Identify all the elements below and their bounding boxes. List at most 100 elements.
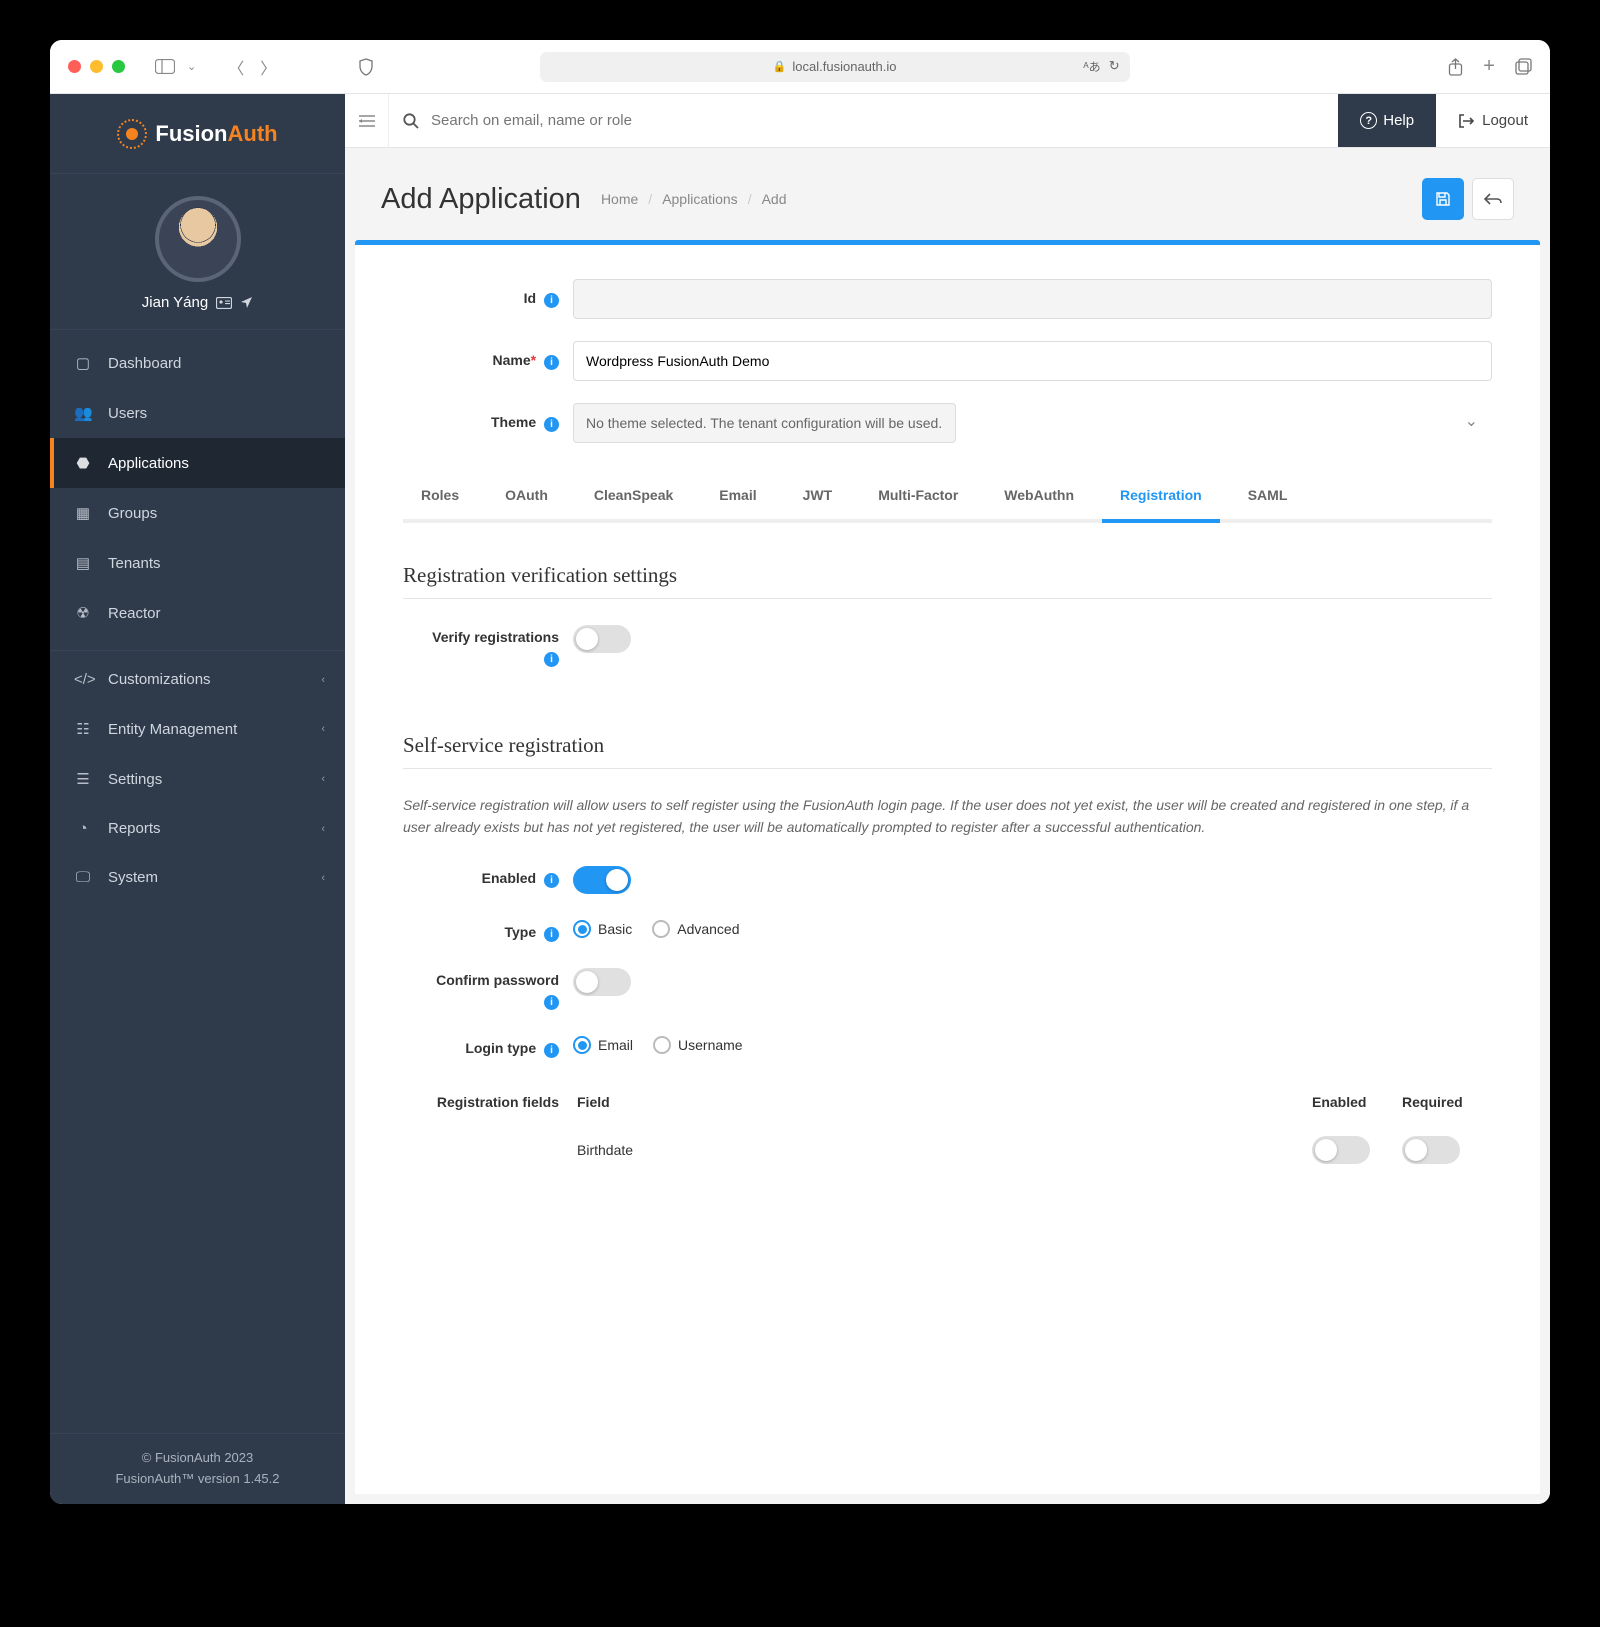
- chart-icon: ◔: [74, 820, 92, 837]
- sidebar-item-label: Applications: [108, 455, 189, 472]
- close-window-icon[interactable]: [68, 60, 81, 73]
- sidebar-item-applications[interactable]: ⬣Applications: [50, 438, 345, 488]
- brand-2: Auth: [228, 121, 278, 146]
- sidebar-item-groups[interactable]: ▦ Groups: [50, 488, 345, 538]
- type-label: Type i: [403, 920, 573, 942]
- tab-email[interactable]: Email: [701, 473, 774, 523]
- id-input[interactable]: [573, 279, 1492, 319]
- tab-jwt[interactable]: JWT: [785, 473, 851, 523]
- tab-oauth[interactable]: OAuth: [487, 473, 566, 523]
- search-area: [389, 94, 1338, 147]
- nav-back-icon[interactable]: 〈: [228, 55, 244, 79]
- type-basic-radio[interactable]: Basic: [573, 920, 632, 938]
- info-icon[interactable]: i: [544, 1043, 559, 1058]
- brand-1: Fusion: [155, 121, 227, 146]
- theme-label: Theme i: [403, 414, 573, 432]
- tabs-icon[interactable]: [1515, 55, 1532, 78]
- name-label: Name* i: [403, 352, 573, 370]
- sidebar-item-reactor[interactable]: ☢Reactor: [50, 588, 345, 638]
- version: FusionAuth™ version 1.45.2: [50, 1469, 345, 1490]
- id-card-icon[interactable]: [216, 297, 232, 309]
- type-advanced-radio[interactable]: Advanced: [652, 920, 739, 938]
- verify-registrations-label: Verify registrations i: [403, 625, 573, 667]
- sidebar-item-tenants[interactable]: ▤Tenants: [50, 538, 345, 588]
- info-icon[interactable]: i: [544, 652, 559, 667]
- sidebar-item-entity-management[interactable]: ☷Entity Management‹: [50, 704, 345, 754]
- logout-button[interactable]: Logout: [1436, 94, 1550, 147]
- sidebar-item-customizations[interactable]: </>Customizations‹: [50, 655, 345, 704]
- browser-window: ⌄ 〈 〉 🔒 local.fusionauth.io ᴬあ ↻ +: [50, 40, 1550, 1504]
- confirm-password-toggle[interactable]: [573, 968, 631, 996]
- info-icon[interactable]: i: [544, 355, 559, 370]
- confirm-password-label: Confirm password i: [403, 968, 573, 1010]
- info-icon[interactable]: i: [544, 927, 559, 942]
- chevron-down-icon[interactable]: ⌄: [187, 60, 196, 73]
- info-icon[interactable]: i: [544, 873, 559, 888]
- save-button[interactable]: [1422, 178, 1464, 220]
- field-name: Birthdate: [573, 1142, 1312, 1158]
- sidebar-item-settings[interactable]: ☰Settings‹: [50, 754, 345, 804]
- avatar[interactable]: [155, 196, 241, 282]
- address-bar[interactable]: 🔒 local.fusionauth.io ᴬあ ↻: [540, 52, 1130, 82]
- sidebar-item-label: Customizations: [108, 671, 211, 688]
- logo-mark-icon: [117, 119, 147, 149]
- sidebar-item-label: Groups: [108, 505, 157, 522]
- sidebar-item-reports[interactable]: ◔Reports‹: [50, 804, 345, 853]
- topbar: ? Help Logout: [345, 94, 1550, 148]
- verify-registrations-toggle[interactable]: [573, 625, 631, 653]
- info-icon[interactable]: i: [544, 417, 559, 432]
- maximize-window-icon[interactable]: [112, 60, 125, 73]
- share-icon[interactable]: [1448, 55, 1463, 78]
- name-input[interactable]: [573, 341, 1492, 381]
- code-icon: </>: [74, 671, 92, 688]
- enabled-toggle[interactable]: [573, 866, 631, 894]
- crumb-home[interactable]: Home: [601, 191, 638, 207]
- groups-icon: ▦: [74, 504, 92, 522]
- info-icon[interactable]: i: [544, 995, 559, 1010]
- profile: Jian Yáng: [50, 174, 345, 330]
- sidebar-toggle-icon[interactable]: [155, 59, 175, 74]
- collapse-sidebar-icon[interactable]: [345, 94, 389, 147]
- new-tab-icon[interactable]: +: [1483, 55, 1495, 78]
- sidebar-item-label: Settings: [108, 771, 162, 788]
- main-content: ? Help Logout Add Application Home / App…: [345, 94, 1550, 1504]
- sidebar-item-label: Reactor: [108, 605, 161, 622]
- sidebar-item-system[interactable]: 🖵System‹: [50, 853, 345, 902]
- tab-registration[interactable]: Registration: [1102, 473, 1220, 523]
- search-input[interactable]: [431, 112, 1324, 129]
- tab-saml[interactable]: SAML: [1230, 473, 1306, 523]
- crumb-applications[interactable]: Applications: [662, 191, 738, 207]
- theme-select[interactable]: No theme selected. The tenant configurat…: [573, 403, 956, 443]
- tab-cleanspeak[interactable]: CleanSpeak: [576, 473, 691, 523]
- tab-multifactor[interactable]: Multi-Factor: [860, 473, 976, 523]
- tab-roles[interactable]: Roles: [403, 473, 477, 523]
- browser-chrome: ⌄ 〈 〉 🔒 local.fusionauth.io ᴬあ ↻ +: [50, 40, 1550, 94]
- sidebar-item-dashboard[interactable]: ▢Dashboard: [50, 338, 345, 388]
- app-frame: FusionAuth Jian Yáng ▢Dashboard 👥Users ⬣: [50, 94, 1550, 1504]
- logout-icon: [1458, 113, 1474, 129]
- field-enabled-toggle[interactable]: [1312, 1136, 1370, 1164]
- login-username-radio[interactable]: Username: [653, 1036, 743, 1054]
- reload-icon[interactable]: ↻: [1109, 58, 1120, 75]
- tenants-icon: ▤: [74, 554, 92, 572]
- info-icon[interactable]: i: [544, 293, 559, 308]
- login-email-radio[interactable]: Email: [573, 1036, 633, 1054]
- sidebar-item-label: Dashboard: [108, 355, 181, 372]
- help-icon: ?: [1360, 112, 1377, 129]
- sidebar-footer: © FusionAuth 2023 FusionAuth™ version 1.…: [50, 1433, 345, 1504]
- minimize-window-icon[interactable]: [90, 60, 103, 73]
- field-required-toggle[interactable]: [1402, 1136, 1460, 1164]
- back-button[interactable]: [1472, 178, 1514, 220]
- section-title-selfservice: Self-service registration: [403, 733, 1492, 769]
- translate-icon[interactable]: ᴬあ: [1083, 58, 1100, 75]
- search-icon: [403, 113, 419, 129]
- breadcrumb: Home / Applications / Add: [601, 191, 787, 207]
- tab-webauthn[interactable]: WebAuthn: [986, 473, 1092, 523]
- location-icon[interactable]: [240, 296, 253, 309]
- users-icon: 👥: [74, 404, 92, 422]
- chevron-left-icon: ‹: [321, 823, 325, 835]
- help-button[interactable]: ? Help: [1338, 94, 1436, 147]
- shield-icon[interactable]: [358, 58, 374, 76]
- sidebar-item-users[interactable]: 👥Users: [50, 388, 345, 438]
- nav-forward-icon[interactable]: 〉: [260, 55, 276, 79]
